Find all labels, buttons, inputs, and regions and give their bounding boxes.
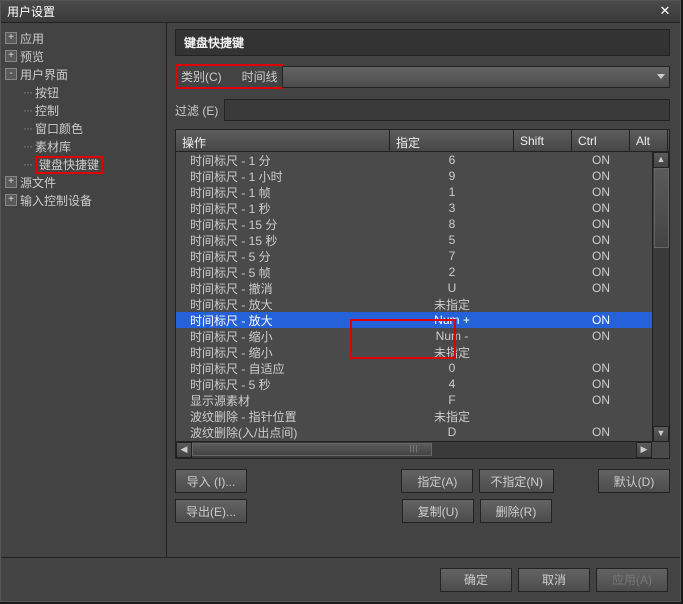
tree-label: 控制 [35,102,59,119]
sidebar: +应用+预览-用户界面···按钮···控制···窗口颜色···素材库···键盘快… [1,23,167,557]
scroll-down-icon[interactable]: ▼ [653,426,669,442]
tree-label: 输入控制设备 [20,192,92,209]
tree-toggle-icon[interactable]: + [5,32,17,44]
col-shift[interactable]: Shift [514,130,572,151]
tree-label: 用户界面 [20,66,68,83]
window-title: 用户设置 [7,3,656,20]
table-row[interactable]: 时间标尺 - 5 帧2ON [176,264,669,280]
main-panel: 键盘快捷键 类别(C) 时间线 过滤 (E) 操作 指定 [167,23,680,557]
dialog-footer: 确定 取消 应用(A) [1,557,680,601]
table-row[interactable]: 时间标尺 - 5 分7ON [176,248,669,264]
scrollbar-vertical[interactable]: ▲ ▼ [652,152,669,442]
scrollbar-horizontal[interactable]: ◀ ▶ [176,441,652,458]
tree-item[interactable]: ···按钮 [5,83,162,101]
col-ctrl[interactable]: Ctrl [572,130,630,151]
tree-label: 源文件 [20,174,56,191]
table-row[interactable]: 时间标尺 - 缩小Num -ON [176,328,669,344]
tree-label: 键盘快捷键 [35,156,103,173]
tree-label: 应用 [20,30,44,47]
section-heading: 键盘快捷键 [175,29,670,56]
category-label: 类别(C) [181,68,222,85]
table-header: 操作 指定 Shift Ctrl Alt [176,130,669,152]
tree-item[interactable]: +预览 [5,47,162,65]
import-button[interactable]: 导入 (I)... [175,469,247,493]
filter-input[interactable] [224,99,670,121]
tree-item[interactable]: ···键盘快捷键 [5,155,162,173]
tree-item[interactable]: ···素材库 [5,137,162,155]
tree-item[interactable]: ···窗口颜色 [5,119,162,137]
tree-toggle-icon[interactable]: + [5,50,17,62]
assign-button[interactable]: 指定(A) [401,469,473,493]
table-row[interactable]: 时间标尺 - 自适应0ON [176,360,669,376]
table-row[interactable]: 波纹删除 - 指针位置未指定 [176,408,669,424]
ok-button[interactable]: 确定 [440,568,512,592]
table-row[interactable]: 时间标尺 - 15 秒5ON [176,232,669,248]
tree-toggle-icon[interactable]: + [5,176,17,188]
unassign-button[interactable]: 不指定(N) [479,469,554,493]
tree-item[interactable]: ···控制 [5,101,162,119]
col-key[interactable]: 指定 [390,130,514,151]
tree-label: 预览 [20,48,44,65]
tree-label: 窗口颜色 [35,120,83,137]
tree-label: 按钮 [35,84,59,101]
tree-item[interactable]: +源文件 [5,173,162,191]
table-row[interactable]: 时间标尺 - 15 分8ON [176,216,669,232]
close-icon[interactable]: ✕ [656,4,674,20]
titlebar: 用户设置 ✕ [1,1,680,23]
tree-item[interactable]: +输入控制设备 [5,191,162,209]
shortcuts-table: 操作 指定 Shift Ctrl Alt 时间标尺 - 1 分6ON时间标尺 -… [175,129,670,459]
table-row[interactable]: 时间标尺 - 1 秒3ON [176,200,669,216]
delete-button[interactable]: 删除(R) [480,499,552,523]
cancel-button[interactable]: 取消 [518,568,590,592]
scroll-thumb-v[interactable] [654,168,669,248]
table-row[interactable]: 波纹删除(入/出点间)DON [176,424,669,440]
table-body[interactable]: 时间标尺 - 1 分6ON时间标尺 - 1 小时9ON时间标尺 - 1 帧1ON… [176,152,669,442]
col-operation[interactable]: 操作 [176,130,390,151]
filter-label: 过滤 (E) [175,102,218,119]
scroll-thumb-h[interactable] [192,443,432,456]
col-alt[interactable]: Alt [630,130,668,151]
table-row[interactable]: 时间标尺 - 撤消UON [176,280,669,296]
table-row[interactable]: 时间标尺 - 1 小时9ON [176,168,669,184]
tree-item[interactable]: -用户界面 [5,65,162,83]
table-row[interactable]: 时间标尺 - 5 秒4ON [176,376,669,392]
table-row[interactable]: 显示源素材FON [176,392,669,408]
tree-label: 素材库 [35,138,71,155]
tree-toggle-icon[interactable]: + [5,194,17,206]
category-value: 时间线 [242,68,278,85]
chevron-down-icon [657,74,665,79]
export-button[interactable]: 导出(E)... [175,499,247,523]
table-row[interactable]: 时间标尺 - 缩小未指定 [176,344,669,360]
table-row[interactable]: 时间标尺 - 1 分6ON [176,152,669,168]
tree-toggle-icon[interactable]: - [5,68,17,80]
tree-item[interactable]: +应用 [5,29,162,47]
copy-button[interactable]: 复制(U) [402,499,474,523]
scroll-left-icon[interactable]: ◀ [176,442,192,458]
apply-button[interactable]: 应用(A) [596,568,668,592]
category-combo[interactable] [282,66,670,88]
scroll-up-icon[interactable]: ▲ [653,152,669,168]
scroll-right-icon[interactable]: ▶ [636,442,652,458]
table-row[interactable]: 时间标尺 - 放大未指定 [176,296,669,312]
default-button[interactable]: 默认(D) [598,469,670,493]
table-row[interactable]: 时间标尺 - 放大Num +ON [176,312,669,328]
table-row[interactable]: 时间标尺 - 1 帧1ON [176,184,669,200]
category-redbox: 类别(C) 时间线 [175,64,284,89]
